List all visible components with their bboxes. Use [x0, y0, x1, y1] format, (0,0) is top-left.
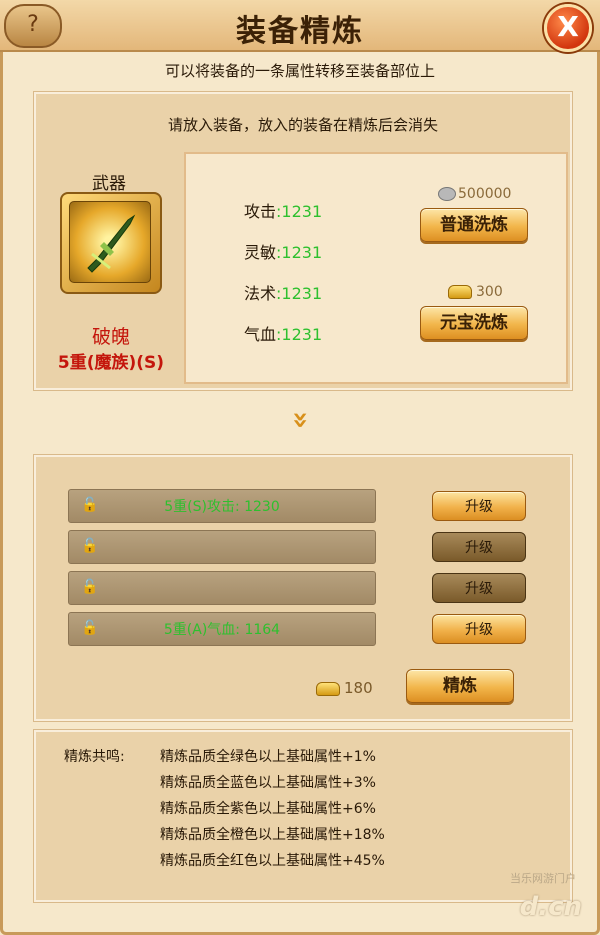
refine-cost: 180 [316, 679, 373, 697]
dialog-subtitle: 可以将装备的一条属性转移至装备部位上 [164, 62, 435, 80]
resonance-line: 精炼品质全蓝色以上基础属性+3% [160, 775, 376, 791]
stat-agility: 灵敏:1231 [244, 243, 323, 262]
attribute-slot[interactable]: 🔓 [68, 571, 376, 605]
upgrade-button[interactable]: 升级 [432, 532, 526, 562]
upgrade-button[interactable]: 升级 [432, 614, 526, 644]
stat-attack: 攻击:1231 [244, 202, 323, 221]
weapon-name: 破魄 [91, 326, 130, 348]
close-button[interactable]: X [544, 4, 592, 52]
gold-ingot-icon [316, 681, 340, 696]
normal-refine-button[interactable]: 普通洗炼 [420, 208, 528, 242]
weapon-slot-label: 武器 [92, 174, 126, 194]
upgrade-button[interactable]: 升级 [432, 573, 526, 603]
attribute-slot[interactable]: 🔓 5重(A)气血: 1164 [68, 612, 376, 646]
resonance-line: 精炼品质全橙色以上基础属性+18% [160, 827, 385, 843]
equipment-panel: 请放入装备，放入的装备在精炼后会消失 武器 破魄 5重(魔族)(S) 攻击:12… [34, 92, 572, 390]
stat-magic: 法术:1231 [244, 284, 323, 303]
attribute-slot-text: 5重(S)攻击: 1230 [164, 499, 280, 515]
ingot-refine-cost: 300 [448, 284, 503, 300]
attribute-slot[interactable]: 🔓 5重(S)攻击: 1230 [68, 489, 376, 523]
dialog-title: 装备精炼 [236, 14, 364, 49]
silver-coin-icon [438, 187, 456, 201]
watermark-logo: d.cn [519, 892, 582, 922]
resonance-line: 精炼品质全红色以上基础属性+45% [160, 853, 385, 869]
resonance-panel: 精炼共鸣: 精炼品质全绿色以上基础属性+1% 精炼品质全蓝色以上基础属性+3% … [34, 730, 572, 902]
resonance-line: 精炼品质全绿色以上基础属性+1% [160, 749, 376, 765]
weapon-slot[interactable] [60, 192, 162, 294]
lock-icon[interactable]: 🔓 [81, 538, 98, 554]
stats-box: 攻击:1231 灵敏:1231 法术:1231 气血:1231 500000 普… [184, 152, 568, 384]
chevron-down-icon: » [285, 410, 318, 430]
gold-ingot-icon [448, 285, 472, 299]
upgrade-button[interactable]: 升级 [432, 491, 526, 521]
resonance-line: 精炼品质全紫色以上基础属性+6% [160, 801, 376, 817]
refine-button[interactable]: 精炼 [406, 669, 514, 703]
weapon-grade: 5重(魔族)(S) [57, 353, 165, 373]
normal-refine-cost: 500000 [438, 186, 511, 202]
resonance-label: 精炼共鸣: [64, 749, 125, 765]
equipment-notice: 请放入装备，放入的装备在精炼后会消失 [167, 116, 438, 134]
sword-icon [69, 201, 151, 283]
attribute-slots-panel: 🔓 5重(S)攻击: 1230 升级 🔓 升级 🔓 升级 🔓 5重(A)气血: … [34, 455, 572, 721]
stat-hp: 气血:1231 [244, 325, 323, 344]
watermark-caption: 当乐网游门户 [510, 872, 576, 885]
lock-icon[interactable]: 🔓 [81, 579, 98, 595]
attribute-slot[interactable]: 🔓 [68, 530, 376, 564]
title-bar: ? 装备精炼 X [0, 0, 600, 52]
ingot-refine-button[interactable]: 元宝洗炼 [420, 306, 528, 340]
attribute-slot-text: 5重(A)气血: 1164 [163, 622, 281, 638]
